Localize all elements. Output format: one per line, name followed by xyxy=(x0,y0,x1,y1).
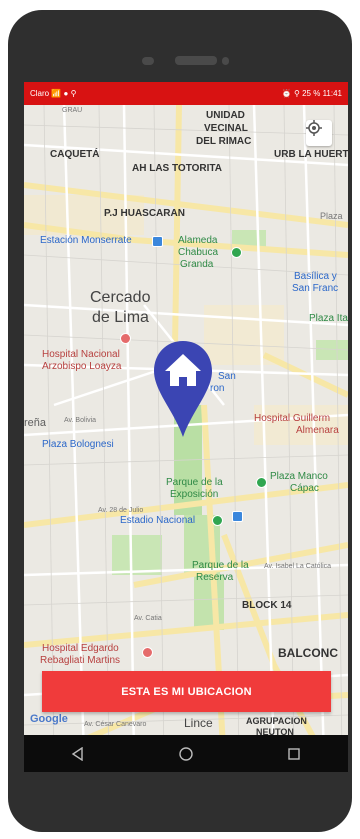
map-label-del-rimac: DEL RIMAC xyxy=(196,136,252,147)
map-label-hospital-edgardo: Hospital Edgardo xyxy=(42,643,119,654)
map-label-cercado: Cercado xyxy=(90,289,151,306)
recents-square-icon xyxy=(288,747,300,760)
earpiece-speaker xyxy=(175,56,217,65)
status-right: ⏰ ⚲ 25 % 11:41 xyxy=(281,89,342,98)
map-label-alameda: Alameda xyxy=(178,235,218,246)
transit-icon xyxy=(152,236,163,247)
map-label-capac: Cápac xyxy=(290,483,319,494)
back-triangle-icon xyxy=(71,746,83,761)
confirm-location-button[interactable]: ESTA ES MI UBICACION xyxy=(42,671,331,712)
front-camera xyxy=(142,57,154,65)
nav-recents-button[interactable] xyxy=(279,739,309,769)
nav-back-button[interactable] xyxy=(63,739,93,769)
map-label-parque-de-la: Parque de la xyxy=(166,477,223,488)
map-label-san: San xyxy=(218,371,236,382)
map-label-reserva: Reserva xyxy=(196,572,234,583)
map-view[interactable]: GRAU UNIDAD VECINAL DEL RIMAC CAQUETÁ AH… xyxy=(24,105,348,757)
map-label-chabuca: Chabuca xyxy=(178,247,219,258)
map-label-av-isabel: Av. Isabel La Católica xyxy=(264,563,332,570)
map-label-pj-huascaran: P.J HUASCARAN xyxy=(104,208,185,219)
hospital-icon xyxy=(120,333,131,344)
map-label-almenara: Almenara xyxy=(296,425,339,436)
home-circle-icon xyxy=(179,746,193,761)
crosshair-gps-icon xyxy=(306,120,322,136)
google-logo: Google xyxy=(30,713,68,725)
map-label-granda: Granda xyxy=(180,259,214,270)
map-label-de-lima: de Lima xyxy=(92,309,149,326)
map-label-vecinal: VECINAL xyxy=(204,123,248,134)
proximity-sensor xyxy=(222,57,229,65)
map-label-basilica: Basílica y xyxy=(294,271,337,282)
map-label-unidad: UNIDAD xyxy=(206,110,245,121)
map-label-rena: reña xyxy=(24,417,47,429)
my-location-button[interactable] xyxy=(306,120,332,146)
map-label-estadio-nacional: Estadio Nacional xyxy=(120,515,196,526)
map-label-plaza-bolognesi: Plaza Bolognesi xyxy=(42,439,114,450)
map-label-exposicion: Exposición xyxy=(170,489,219,500)
map-label-plaza: Plaza xyxy=(320,211,343,221)
home-marker-icon xyxy=(154,341,212,437)
map-label-plaza-italia: Plaza Ita xyxy=(309,313,348,324)
map-label-hospital-guillermo: Hospital Guillerm xyxy=(254,413,331,424)
map-label-ah-las-totorita: AH LAS TOTORITA xyxy=(132,163,222,174)
map-label-plaza-manco: Plaza Manco xyxy=(270,471,328,482)
stadium-icon xyxy=(212,515,223,526)
phone-screen: Claro 📶 ● ⚲ ⏰ ⚲ 25 % 11:41 GRAU UNIDAD V… xyxy=(24,82,348,772)
map-label-parque-de-la-2: Parque de la xyxy=(192,560,249,571)
park-icon xyxy=(231,247,242,258)
map-label-san-francisco: San Franc xyxy=(292,283,339,294)
map-label-rebagliati: Rebagliati Martins xyxy=(40,655,121,666)
map-label-urb-la-huerta: URB LA HUERT xyxy=(274,149,348,160)
map-label-block-14: BLOCK 14 xyxy=(242,600,292,611)
map-label-estacion-monserrate: Estación Monserrate xyxy=(40,235,132,246)
nav-home-button[interactable] xyxy=(171,739,201,769)
transit-icon xyxy=(232,511,243,522)
map-label-grau: GRAU xyxy=(62,107,83,114)
home-location-pin[interactable] xyxy=(152,339,214,439)
hospital-icon xyxy=(142,647,153,658)
status-bar: Claro 📶 ● ⚲ ⏰ ⚲ 25 % 11:41 xyxy=(24,82,348,105)
status-left: Claro 📶 ● ⚲ xyxy=(30,89,77,98)
map-label-lince: Lince xyxy=(184,716,213,730)
map-label-balconc: BALCONC xyxy=(278,646,338,660)
map-label-hospital-nacional: Hospital Nacional xyxy=(42,349,120,360)
map-label-av-catia: Av. Catia xyxy=(134,615,162,622)
park-icon xyxy=(256,477,267,488)
map-label-av-bolivia: Av. Bolivia xyxy=(64,417,97,424)
android-nav-bar xyxy=(24,735,348,772)
map-label-caqueta: CAQUETÁ xyxy=(50,149,100,160)
map-label-arzobispo-loayza: Arzobispo Loayza xyxy=(42,361,122,372)
map-label-av-cesar-canevaro: Av. César Canevaro xyxy=(84,721,147,728)
